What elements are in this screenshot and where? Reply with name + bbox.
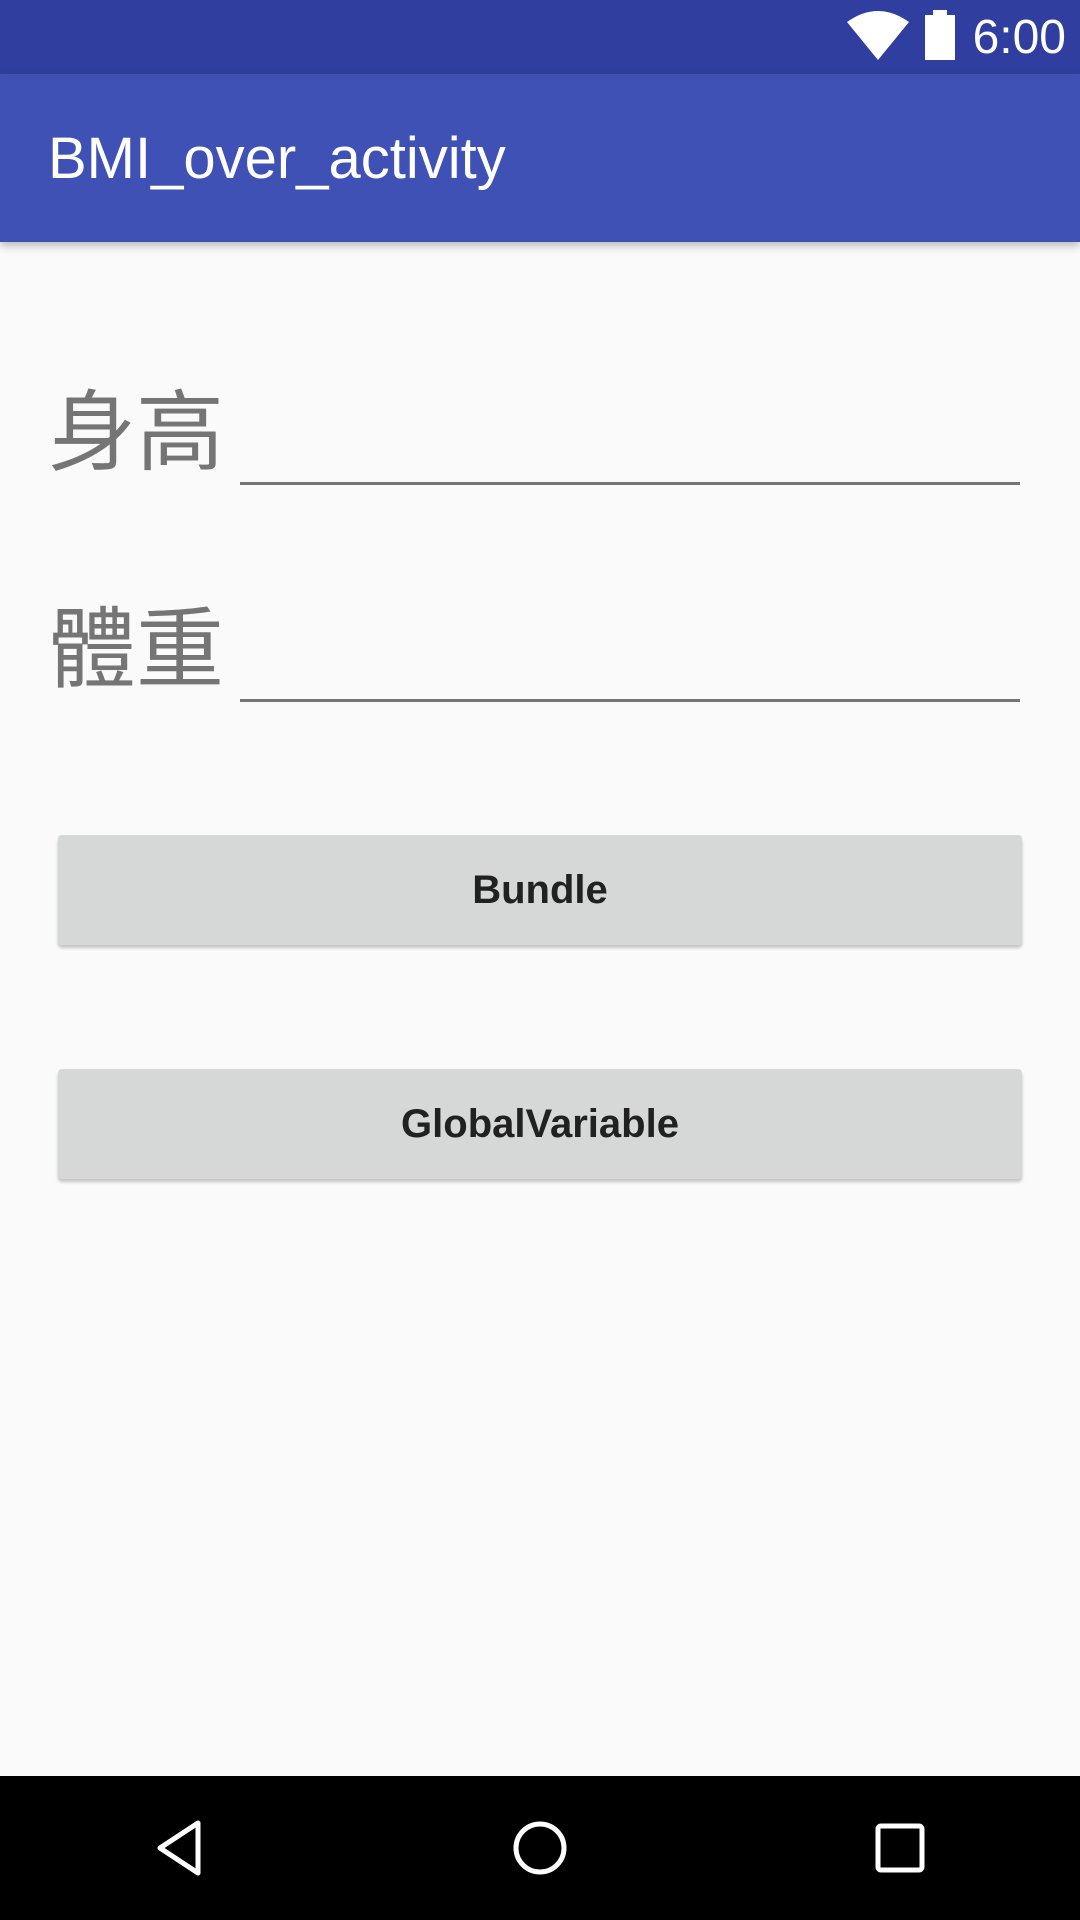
weight-input[interactable] [240, 595, 1020, 702]
app-title: BMI_over_activity [48, 126, 506, 191]
back-icon [157, 1820, 201, 1876]
recents-button[interactable] [850, 1798, 950, 1898]
bundle-button[interactable]: Bundle [58, 835, 1022, 945]
status-icons: 6:00 [846, 0, 1066, 74]
height-label: 身高 [48, 381, 225, 484]
recents-icon [875, 1823, 925, 1873]
global-variable-button[interactable]: GlobalVariable [58, 1069, 1022, 1179]
wifi-icon [846, 10, 923, 65]
navigation-bar [0, 1776, 1080, 1920]
status-time: 6:00 [972, 10, 1066, 64]
back-button[interactable] [130, 1798, 230, 1898]
height-row: 身高 [48, 378, 1020, 488]
status-bar: 6:00 [0, 0, 1080, 74]
app-bar: BMI_over_activity [0, 74, 1080, 242]
height-input[interactable] [240, 378, 1020, 485]
battery-icon [923, 9, 973, 65]
home-icon [513, 1821, 567, 1875]
home-button[interactable] [490, 1798, 590, 1898]
weight-row: 體重 [48, 595, 1020, 705]
screen: 6:00 BMI_over_activity 身高 體重 Bundle Glob… [0, 0, 1080, 1920]
weight-label: 體重 [48, 598, 225, 701]
